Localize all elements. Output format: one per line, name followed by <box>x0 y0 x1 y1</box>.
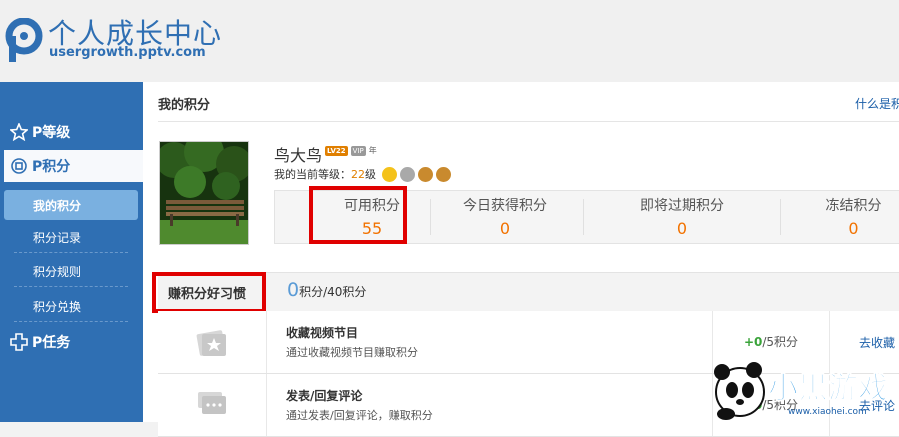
silver-star-icon <box>400 166 415 182</box>
divider <box>780 199 781 235</box>
comment-icon <box>198 392 226 414</box>
sidebar-item-label: P等级 <box>32 125 71 141</box>
stat-today: 今日获得积分 0 <box>435 191 575 243</box>
pptv-logo-icon <box>5 18 43 62</box>
level-suffix: 级 <box>365 168 376 181</box>
task-name: 发表/回复评论 <box>286 389 363 403</box>
task-desc: 通过收藏视频节目赚取积分 <box>286 346 418 359</box>
sun-level-icon <box>382 166 397 182</box>
divider <box>583 199 584 235</box>
xiaohei-watermark-logo: 小黑游戏 www.xiaohei.com <box>714 362 889 420</box>
sidebar-item-points[interactable]: P积分 <box>4 150 143 182</box>
highlight-box-available-points <box>309 186 407 244</box>
divider <box>430 199 431 235</box>
points-done: +0 <box>743 335 763 349</box>
task-icon-cell <box>158 311 267 373</box>
sidebar-item-label: P任务 <box>32 335 71 351</box>
level-badge: LV22 <box>325 145 348 156</box>
sidebar-sub-my-points[interactable]: 我的积分 <box>4 190 138 220</box>
svg-text:小黑游戏: 小黑游戏 <box>768 371 888 406</box>
points-circle-icon <box>11 158 27 174</box>
user-badges: LV22 VIP 年 <box>325 145 377 156</box>
level-prefix: 我的当前等级： <box>274 168 351 181</box>
avatar[interactable] <box>159 141 249 245</box>
earn-progress: 0积分/40积分 <box>287 279 366 301</box>
stat-value: 0 <box>499 219 511 238</box>
level-number: 22 <box>351 167 365 181</box>
stat-label: 即将过期积分 <box>640 198 724 214</box>
divider <box>158 121 899 122</box>
stat-expiring: 即将过期积分 0 <box>595 191 769 243</box>
task-name: 收藏视频节目 <box>286 326 359 340</box>
svg-text:www.xiaohei.com: www.xiaohei.com <box>788 407 867 417</box>
star-outline-icon <box>10 123 28 141</box>
task-icon-cell <box>158 374 267 436</box>
sidebar-item-level[interactable]: P等级 <box>0 116 143 148</box>
task-desc: 通过发表/回复评论，赚取积分 <box>286 409 433 422</box>
stat-label: 今日获得积分 <box>463 198 547 214</box>
sidebar-sub-points-record[interactable]: 积分记录 <box>14 223 128 253</box>
avatar-image <box>160 142 248 244</box>
highlight-box-earn-title <box>152 272 266 313</box>
favorite-icon <box>196 330 226 356</box>
username: 鸟大鸟 <box>274 146 323 165</box>
go-favorite-link[interactable]: 去收藏 <box>859 334 895 351</box>
earn-total: 积分/40积分 <box>299 285 367 299</box>
stat-value: 0 <box>848 219 859 238</box>
bronze-star-icon <box>418 166 433 182</box>
sidebar-item-tasks[interactable]: P任务 <box>0 326 143 358</box>
page-title: 我的积分 <box>158 98 211 113</box>
sidebar-sub-points-rules[interactable]: 积分规则 <box>14 257 128 287</box>
stat-label: 冻结积分 <box>825 198 882 214</box>
earn-points-header: 赚积分好习惯 0积分/40积分 <box>158 272 899 312</box>
points-total: /5积分 <box>762 335 799 349</box>
year-badge: 年 <box>368 146 377 155</box>
stat-frozen: 冻结积分 0 <box>791 191 899 243</box>
vip-badge: VIP <box>350 145 366 156</box>
sidebar-item-label: P积分 <box>32 159 71 175</box>
earned-count: 0 <box>287 279 300 301</box>
header: 个人成长中心 usergrowth.pptv.com <box>0 0 899 82</box>
what-are-points-link[interactable]: 什么是积 <box>855 95 899 112</box>
sidebar-sub-points-exchange[interactable]: 积分兑换 <box>14 292 128 322</box>
current-level: 我的当前等级： 22 级 <box>274 166 451 182</box>
sidebar: P等级 P积分 我的积分 积分记录 积分规则 积分兑换 P任务 <box>0 82 143 422</box>
site-url: usergrowth.pptv.com <box>49 45 206 60</box>
stat-value: 0 <box>676 219 688 238</box>
bronze-star-icon <box>436 166 451 182</box>
plus-icon <box>10 333 28 351</box>
